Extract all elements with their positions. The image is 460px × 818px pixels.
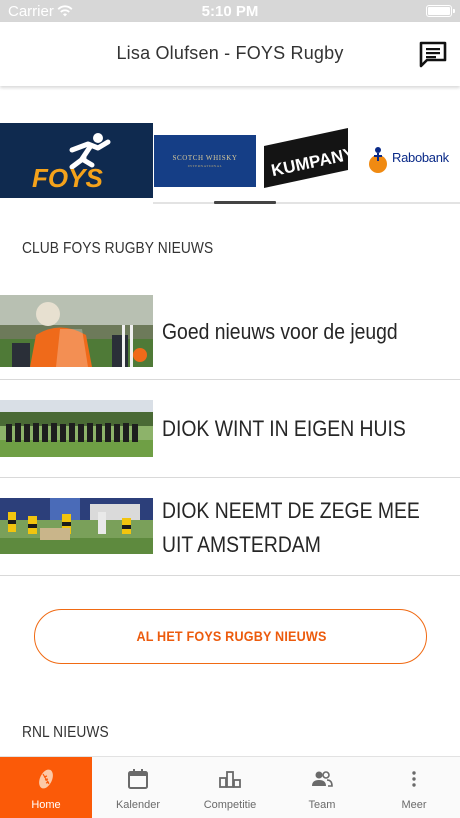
chat-icon[interactable] <box>418 40 448 68</box>
calendar-icon <box>128 769 148 789</box>
bottom-tab-bar: Home Kalender Competitie Team Meer <box>0 756 460 818</box>
club-news-heading: CLUB FOYS RUGBY NIEUWS <box>22 240 214 257</box>
tab-team[interactable]: Team <box>276 757 368 818</box>
tab-meer[interactable]: Meer <box>368 757 460 818</box>
tab-kalender[interactable]: Kalender <box>92 757 184 818</box>
foys-logo[interactable]: FOYS <box>0 123 153 198</box>
svg-text:FOYS: FOYS <box>32 163 103 193</box>
foys-runner-icon: FOYS <box>32 133 111 193</box>
rabobank-logo[interactable]: Rabobank <box>366 140 456 180</box>
page-title: Lisa Olufsen - FOYS Rugby <box>116 43 344 63</box>
all-news-button[interactable]: AL HET FOYS RUGBY NIEUWS <box>34 609 427 664</box>
news-title: Goed nieuws voor de jeugd <box>162 319 398 344</box>
sponsor-carousel[interactable]: FOYS SCOTCH WHISKY INTERNATIONAL KUMPANY… <box>0 110 460 210</box>
tab-competitie[interactable]: Competitie <box>184 757 276 818</box>
news-item[interactable]: DIOK WINT IN EIGEN HUIS <box>0 380 460 478</box>
battery-icon <box>426 5 455 17</box>
tab-home[interactable]: Home <box>0 757 92 818</box>
news-item[interactable]: Goed nieuws voor de jeugd <box>0 294 460 380</box>
kumpany-logo[interactable]: KUMPANY <box>262 128 357 192</box>
carousel-indicator <box>214 201 276 204</box>
news-thumbnail <box>0 400 153 457</box>
rabobank-emblem-icon <box>369 147 387 173</box>
carousel-track <box>153 202 460 204</box>
divider <box>0 575 460 576</box>
news-thumbnail <box>0 498 153 554</box>
rugby-ball-icon <box>39 769 53 789</box>
more-icon <box>412 771 416 787</box>
status-time: 5:10 PM <box>201 3 259 20</box>
rnl-news-heading: RNL NIEUWS <box>22 724 109 741</box>
podium-icon <box>219 771 241 788</box>
scotch-whisky-logo[interactable]: SCOTCH WHISKY INTERNATIONAL <box>154 135 256 187</box>
app-header: Lisa Olufsen - FOYS Rugby <box>0 22 460 86</box>
news-title: DIOK NEEMT DE ZEGE MEE UIT AMSTERDAM <box>162 498 420 557</box>
news-title: DIOK WINT IN EIGEN HUIS <box>162 416 406 441</box>
team-icon <box>312 771 333 787</box>
news-thumbnail <box>0 295 153 367</box>
news-item[interactable]: DIOK NEEMT DE ZEGE MEE UIT AMSTERDAM <box>0 478 460 576</box>
status-bar: Carrier 5:10 PM <box>0 0 460 22</box>
